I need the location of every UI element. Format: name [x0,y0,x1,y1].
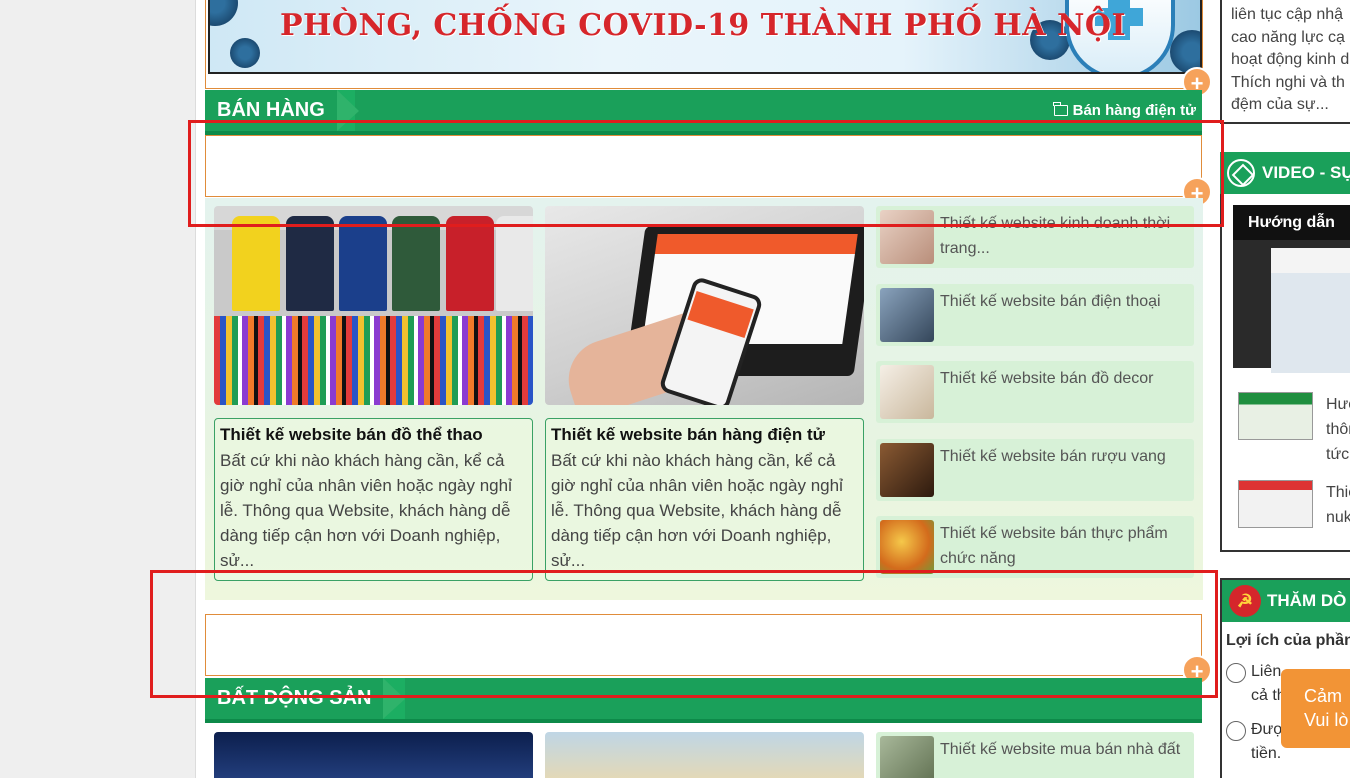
list-thumbnail[interactable] [880,365,934,419]
poll-section-header[interactable]: ☭ THĂM DÒ [1220,578,1350,622]
list-thumbnail[interactable] [880,287,934,342]
list-item[interactable]: Thiết kế website bán điện thoại [876,283,1194,346]
chat-line: Vui lò [1304,710,1349,730]
list-item[interactable]: Thiết kế website bán thực phẩm chức năng [876,516,1194,578]
bat-dong-san-content: Thiết kế website mua bán nhà đất [205,724,1203,778]
radio-button[interactable] [1226,721,1246,741]
video-header-text: VIDEO - SỰ [1262,163,1350,182]
ban-hang-content: Thiết kế website bán đồ thể thao Bất cứ … [205,198,1203,600]
phone-laptop-image[interactable] [545,206,864,405]
video-item-line: Hướ [1326,396,1350,413]
shirt-graphic [232,216,280,311]
video-section-header[interactable]: VIDEO - SỰ [1220,152,1350,194]
video-item-title[interactable]: Hướ thôn tức [1326,392,1350,467]
intro-line: liên tục cập nhậ [1231,6,1344,23]
article-list: Thiết kế website kinh doanh thời trang..… [876,206,1194,594]
poll-header-text: THĂM DÒ [1267,591,1347,610]
sport-shirts-image[interactable] [214,206,533,405]
card-title[interactable]: Thiết kế website bán đồ thể thao [220,425,527,445]
video-icon [1227,159,1255,187]
intro-line: đệm của sự... [1231,96,1329,113]
card-text-box: Thiết kế website bán hàng điện tử Bất cứ… [545,418,864,581]
chat-line: Cảm [1304,686,1343,706]
list-item[interactable]: Thiết kế website bán rượu vang [876,438,1194,501]
hammer-sickle-icon: ☭ [1229,585,1261,617]
intro-line: hoạt động kinh d [1231,51,1350,68]
list-thumbnail[interactable] [880,442,934,497]
sidebar-intro-box: liên tục cập nhậ cao năng lực cạ hoạt độ… [1220,0,1350,124]
list-item[interactable]: Thiết kế website bán đồ decor [876,361,1194,423]
city-image[interactable] [545,732,864,778]
video-section-box: Hướng dẫn Hướ thôn tức Thiế nuk [1220,194,1350,552]
video-item-line: nuk [1326,509,1350,526]
section-title-text: BÁN HÀNG [217,99,325,121]
featured-card[interactable]: Thiết kế website bán hàng điện tử Bất cứ… [545,206,864,581]
intro-line: cao năng lực cạ [1231,28,1345,46]
list-item-title[interactable]: Thiết kế website bán rượu vang [940,444,1185,469]
shirt-graphic [496,216,533,311]
shirt-graphic [446,216,494,311]
shirt-graphic [339,216,387,311]
list-item-title[interactable]: Thiết kế website bán điện thoại [940,289,1185,314]
list-thumbnail[interactable] [880,736,934,778]
folder-icon [1053,102,1068,116]
card-text-box: Thiết kế website bán đồ thể thao Bất cứ … [214,418,533,581]
intro-line: Thích nghi và th [1231,73,1345,91]
video-item-line: Thiế [1326,484,1350,501]
radio-button[interactable] [1226,663,1246,683]
apartment-image[interactable] [214,732,533,778]
highlight-frame [188,120,1224,227]
video-list-item[interactable]: Thiế nuk [1238,480,1350,540]
card-description: Bất cứ khi nào khách hàng cần, kể cả giờ… [220,451,512,570]
banner-edit-frame [205,0,1203,89]
category-link-text: Bán hàng điện tử [1072,102,1196,119]
video-item-line: thôn [1326,421,1350,438]
list-item-title[interactable]: Thiết kế website bán đồ decor [940,366,1185,391]
chat-popup[interactable]: Cảm Vui lò [1281,669,1350,748]
highlight-frame [150,570,1218,698]
video-thumbnail[interactable] [1238,480,1313,528]
video-item-line: tức [1326,446,1350,463]
list-item[interactable]: Thiết kế website mua bán nhà đất [876,732,1194,778]
video-title[interactable]: Hướng dẫn [1248,214,1335,232]
shirt-graphic [392,216,440,311]
list-item-title[interactable]: Thiết kế website bán thực phẩm chức năng [940,521,1185,571]
right-sidebar: liên tục cập nhậ cao năng lực cạ hoạt độ… [1217,0,1350,778]
category-link[interactable]: Bán hàng điện tử [1053,102,1196,119]
card-title[interactable]: Thiết kế website bán hàng điện tử [551,425,858,445]
hanging-shirts-graphic [214,316,533,405]
video-item-title[interactable]: Thiế nuk [1326,480,1350,530]
video-list-item[interactable]: Hướ thôn tức [1238,392,1350,463]
card-description: Bất cứ khi nào khách hàng cần, kể cả giờ… [551,451,843,570]
poll-question: Lợi ích của phần [1226,632,1350,649]
video-frame [1271,248,1350,373]
list-thumbnail[interactable] [880,520,934,574]
featured-card[interactable]: Thiết kế website bán đồ thể thao Bất cứ … [214,206,533,581]
list-item-title[interactable]: Thiết kế website mua bán nhà đất [940,737,1185,762]
video-thumbnail[interactable] [1238,392,1313,440]
shirt-graphic [286,216,334,311]
